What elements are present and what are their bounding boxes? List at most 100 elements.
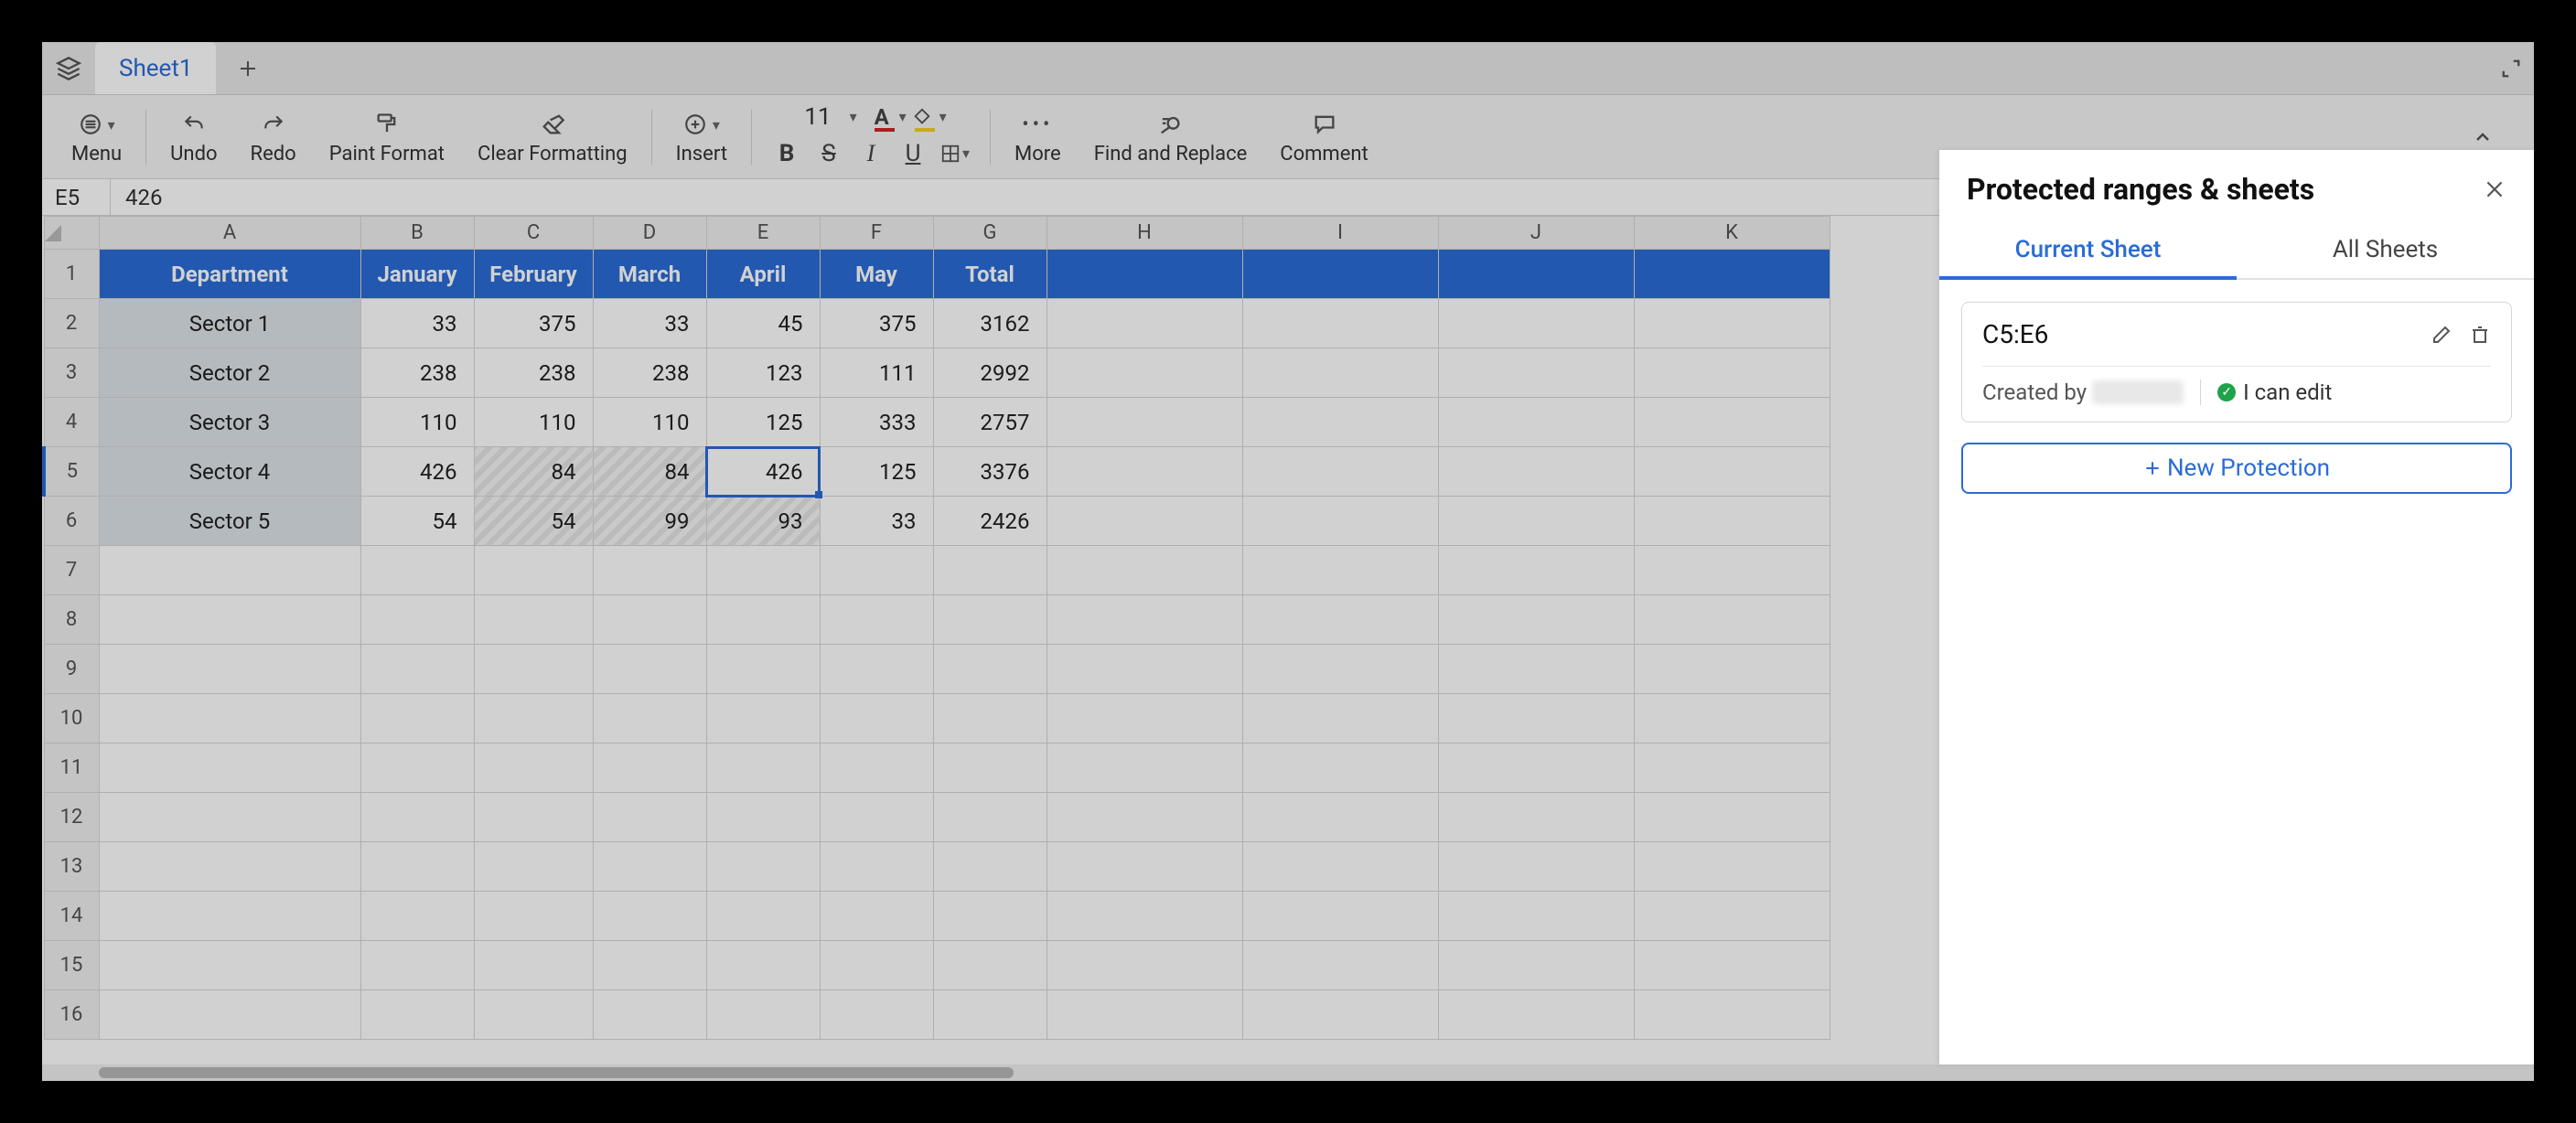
cell-I16[interactable] — [1242, 990, 1438, 1040]
cell-E12[interactable] — [706, 793, 820, 842]
cell-B3[interactable]: 238 — [360, 348, 474, 398]
cell-F15[interactable] — [820, 941, 933, 990]
formula-bar[interactable]: 426 — [111, 185, 162, 210]
cell-C8[interactable] — [474, 595, 593, 645]
cell-B8[interactable] — [360, 595, 474, 645]
col-header-H[interactable]: H — [1046, 217, 1242, 250]
cell-K1[interactable] — [1634, 250, 1830, 299]
cell-C10[interactable] — [474, 694, 593, 743]
cell-B2[interactable]: 33 — [360, 299, 474, 348]
italic-button[interactable]: I — [851, 134, 891, 174]
cell-J5[interactable] — [1438, 447, 1634, 497]
cell-I14[interactable] — [1242, 892, 1438, 941]
cell-F16[interactable] — [820, 990, 933, 1040]
strike-button[interactable]: S — [809, 134, 849, 174]
cell-H9[interactable] — [1046, 645, 1242, 694]
cell-J12[interactable] — [1438, 793, 1634, 842]
cell-D14[interactable] — [593, 892, 706, 941]
cell-J10[interactable] — [1438, 694, 1634, 743]
col-header-G[interactable]: G — [933, 217, 1046, 250]
cell-A2[interactable]: Sector 1 — [99, 299, 360, 348]
cell-J1[interactable] — [1438, 250, 1634, 299]
row-header-6[interactable]: 6 — [44, 497, 99, 546]
cell-J7[interactable] — [1438, 546, 1634, 595]
row-header-16[interactable]: 16 — [44, 990, 99, 1040]
cell-K8[interactable] — [1634, 595, 1830, 645]
cell-B5[interactable]: 426 — [360, 447, 474, 497]
row-header-13[interactable]: 13 — [44, 842, 99, 892]
cell-I3[interactable] — [1242, 348, 1438, 398]
cell-F12[interactable] — [820, 793, 933, 842]
col-header-J[interactable]: J — [1438, 217, 1634, 250]
cell-C1[interactable]: February — [474, 250, 593, 299]
cell-K6[interactable] — [1634, 497, 1830, 546]
cell-E7[interactable] — [706, 546, 820, 595]
select-all-corner[interactable] — [44, 217, 99, 250]
cell-B1[interactable]: January — [360, 250, 474, 299]
cell-D13[interactable] — [593, 842, 706, 892]
cell-A8[interactable] — [99, 595, 360, 645]
cell-I15[interactable] — [1242, 941, 1438, 990]
tab-all-sheets[interactable]: All Sheets — [2237, 223, 2534, 278]
cell-H3[interactable] — [1046, 348, 1242, 398]
cell-J15[interactable] — [1438, 941, 1634, 990]
cell-D6[interactable]: 99 — [593, 497, 706, 546]
cell-I9[interactable] — [1242, 645, 1438, 694]
col-header-D[interactable]: D — [593, 217, 706, 250]
cell-A6[interactable]: Sector 5 — [99, 497, 360, 546]
cell-C6[interactable]: 54 — [474, 497, 593, 546]
cell-G13[interactable] — [933, 842, 1046, 892]
tab-current-sheet[interactable]: Current Sheet — [1939, 223, 2237, 280]
row-header-5[interactable]: 5 — [44, 447, 99, 497]
cell-K9[interactable] — [1634, 645, 1830, 694]
cell-J8[interactable] — [1438, 595, 1634, 645]
cell-J13[interactable] — [1438, 842, 1634, 892]
cell-C16[interactable] — [474, 990, 593, 1040]
cell-D12[interactable] — [593, 793, 706, 842]
new-protection-button[interactable]: New Protection — [1961, 443, 2512, 494]
cell-B6[interactable]: 54 — [360, 497, 474, 546]
cell-H7[interactable] — [1046, 546, 1242, 595]
cell-F11[interactable] — [820, 743, 933, 793]
cell-K13[interactable] — [1634, 842, 1830, 892]
cell-D11[interactable] — [593, 743, 706, 793]
cell-J4[interactable] — [1438, 398, 1634, 447]
cell-B7[interactable] — [360, 546, 474, 595]
cell-C9[interactable] — [474, 645, 593, 694]
cell-J11[interactable] — [1438, 743, 1634, 793]
col-header-A[interactable]: A — [99, 217, 360, 250]
cell-G8[interactable] — [933, 595, 1046, 645]
cell-J3[interactable] — [1438, 348, 1634, 398]
cell-D4[interactable]: 110 — [593, 398, 706, 447]
text-color-button[interactable]: A▾ — [866, 97, 907, 137]
col-header-F[interactable]: F — [820, 217, 933, 250]
cell-C4[interactable]: 110 — [474, 398, 593, 447]
font-size-select[interactable]: 11▾ — [795, 103, 865, 131]
row-header-8[interactable]: 8 — [44, 595, 99, 645]
cell-K15[interactable] — [1634, 941, 1830, 990]
cell-A11[interactable] — [99, 743, 360, 793]
cell-D1[interactable]: March — [593, 250, 706, 299]
cell-K3[interactable] — [1634, 348, 1830, 398]
cell-H8[interactable] — [1046, 595, 1242, 645]
cell-E9[interactable] — [706, 645, 820, 694]
cell-F13[interactable] — [820, 842, 933, 892]
cell-F9[interactable] — [820, 645, 933, 694]
cell-C5[interactable]: 84 — [474, 447, 593, 497]
cell-E3[interactable]: 123 — [706, 348, 820, 398]
horizontal-scrollbar[interactable] — [42, 1064, 2534, 1081]
cell-G7[interactable] — [933, 546, 1046, 595]
cell-I13[interactable] — [1242, 842, 1438, 892]
cell-J2[interactable] — [1438, 299, 1634, 348]
undo-button[interactable]: Undo — [154, 108, 233, 166]
cell-A9[interactable] — [99, 645, 360, 694]
cell-D2[interactable]: 33 — [593, 299, 706, 348]
cell-B10[interactable] — [360, 694, 474, 743]
row-header-1[interactable]: 1 — [44, 250, 99, 299]
cell-K11[interactable] — [1634, 743, 1830, 793]
cell-G9[interactable] — [933, 645, 1046, 694]
row-header-4[interactable]: 4 — [44, 398, 99, 447]
row-header-9[interactable]: 9 — [44, 645, 99, 694]
cell-E6[interactable]: 93 — [706, 497, 820, 546]
cell-K7[interactable] — [1634, 546, 1830, 595]
